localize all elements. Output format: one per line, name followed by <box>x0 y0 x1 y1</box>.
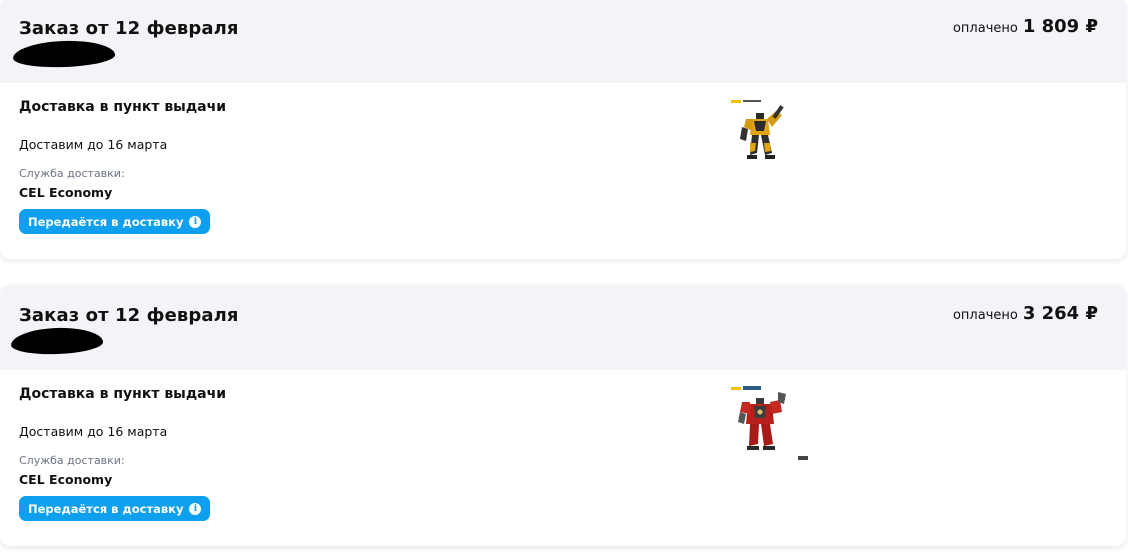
product-thumbnail[interactable] <box>730 97 812 179</box>
info-icon[interactable]: i <box>189 502 202 515</box>
order-paid-summary: оплачено 1 809 ₽ <box>953 16 1098 37</box>
delivery-type: Доставка в пункт выдачи <box>19 99 227 115</box>
order-card[interactable]: Заказ от 12 февраля оплачено 1 809 ₽ Дос… <box>0 0 1126 259</box>
order-title[interactable]: Заказ от 12 февраля <box>19 305 239 326</box>
status-badge[interactable]: Передаётся в доставку i <box>19 496 211 521</box>
redaction-scribble <box>10 326 104 356</box>
order-header: Заказ от 12 февраля оплачено 1 809 ₽ <box>0 0 1126 83</box>
delivery-service-name: CEL Economy <box>19 472 113 487</box>
paid-amount: 3 264 ₽ <box>1022 303 1098 324</box>
delivery-date: Доставим до 16 марта <box>19 424 168 439</box>
paid-label: оплачено <box>952 308 1018 323</box>
yellow-robot-figure <box>740 105 784 159</box>
delivery-type: Доставка в пункт выдачи <box>19 386 227 402</box>
order-paid-summary: оплачено 3 264 ₽ <box>953 303 1098 324</box>
delivery-service-label: Служба доставки: <box>19 167 125 180</box>
order-card[interactable]: Заказ от 12 февраля оплачено 3 264 ₽ Дос… <box>0 285 1126 546</box>
order-body: Доставка в пункт выдачи Доставим до 16 м… <box>0 83 1126 259</box>
red-armored-figure <box>738 392 786 450</box>
status-badge[interactable]: Передаётся в доставку i <box>19 209 211 234</box>
orders-list: Заказ от 12 февраля оплачено 1 809 ₽ Дос… <box>0 0 1128 554</box>
product-thumbnail[interactable] <box>730 384 812 466</box>
order-header: Заказ от 12 февраля оплачено 3 264 ₽ <box>0 285 1126 370</box>
redaction-scribble <box>12 39 116 69</box>
status-text: Передаётся в доставку <box>28 501 184 516</box>
delivery-service-name: CEL Economy <box>19 185 113 200</box>
info-icon[interactable]: i <box>189 215 202 228</box>
order-title[interactable]: Заказ от 12 февраля <box>19 18 239 39</box>
status-text: Передаётся в доставку <box>28 214 184 229</box>
paid-amount: 1 809 ₽ <box>1022 16 1098 37</box>
delivery-date: Доставим до 16 марта <box>19 137 168 152</box>
delivery-service-label: Служба доставки: <box>19 454 125 467</box>
paid-label: оплачено <box>952 21 1018 36</box>
order-body: Доставка в пункт выдачи Доставим до 16 м… <box>0 370 1126 546</box>
